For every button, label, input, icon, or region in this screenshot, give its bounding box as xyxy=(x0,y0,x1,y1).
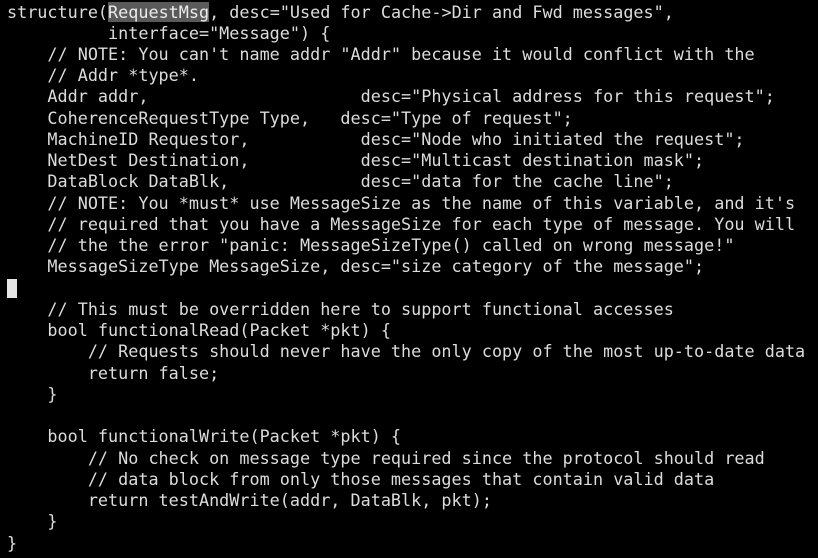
code-line-17: // Requests should never have the only c… xyxy=(7,341,806,361)
code-line-1-prefix: structure( xyxy=(7,2,109,22)
code-line-15: // This must be overridden here to suppo… xyxy=(7,299,674,319)
code-line-1: structure(RequestMsg, desc="Used for Cac… xyxy=(7,2,674,23)
code-line-5: Addr addr, desc="Physical address for th… xyxy=(7,86,775,106)
code-line-9: DataBlock DataBlk, desc="data for the ca… xyxy=(7,171,674,191)
code-line-3: // NOTE: You can't name addr "Addr" beca… xyxy=(7,44,755,64)
code-line-8: NetDest Destination, desc="Multicast des… xyxy=(7,150,705,170)
text-cursor xyxy=(7,279,17,298)
code-line-2: interface="Message") { xyxy=(7,23,331,43)
terminal-editor[interactable]: structure(RequestMsg, desc="Used for Cac… xyxy=(0,0,818,558)
code-line-12: // the the error "panic: MessageSizeType… xyxy=(7,235,735,255)
code-line-18: return false; xyxy=(7,363,220,383)
code-line-23: // data block from only those messages t… xyxy=(7,469,715,489)
code-line-11: // required that you have a MessageSize … xyxy=(7,214,796,234)
code-line-10: // NOTE: You *must* use MessageSize as t… xyxy=(7,193,796,213)
code-line-13: MessageSizeType MessageSize, desc="size … xyxy=(7,256,705,276)
code-line-1-suffix: , desc="Used for Cache->Dir and Fwd mess… xyxy=(209,2,674,22)
code-line-22: // No check on message type required sin… xyxy=(7,448,765,468)
search-highlight: RequestMsg xyxy=(108,2,210,22)
code-line-6: CoherenceRequestType Type, desc="Type of… xyxy=(7,108,573,128)
code-line-4: // Addr *type*. xyxy=(7,65,199,85)
code-line-24: return testAndWrite(addr, DataBlk, pkt); xyxy=(7,490,492,510)
code-line-25: } xyxy=(7,511,58,531)
code-line-21: bool functionalWrite(Packet *pkt) { xyxy=(7,426,402,446)
code-line-26: } xyxy=(7,533,18,553)
code-line-19: } xyxy=(7,384,58,404)
code-line-7: MachineID Requestor, desc="Node who init… xyxy=(7,129,745,149)
code-line-16: bool functionalRead(Packet *pkt) { xyxy=(7,320,391,340)
